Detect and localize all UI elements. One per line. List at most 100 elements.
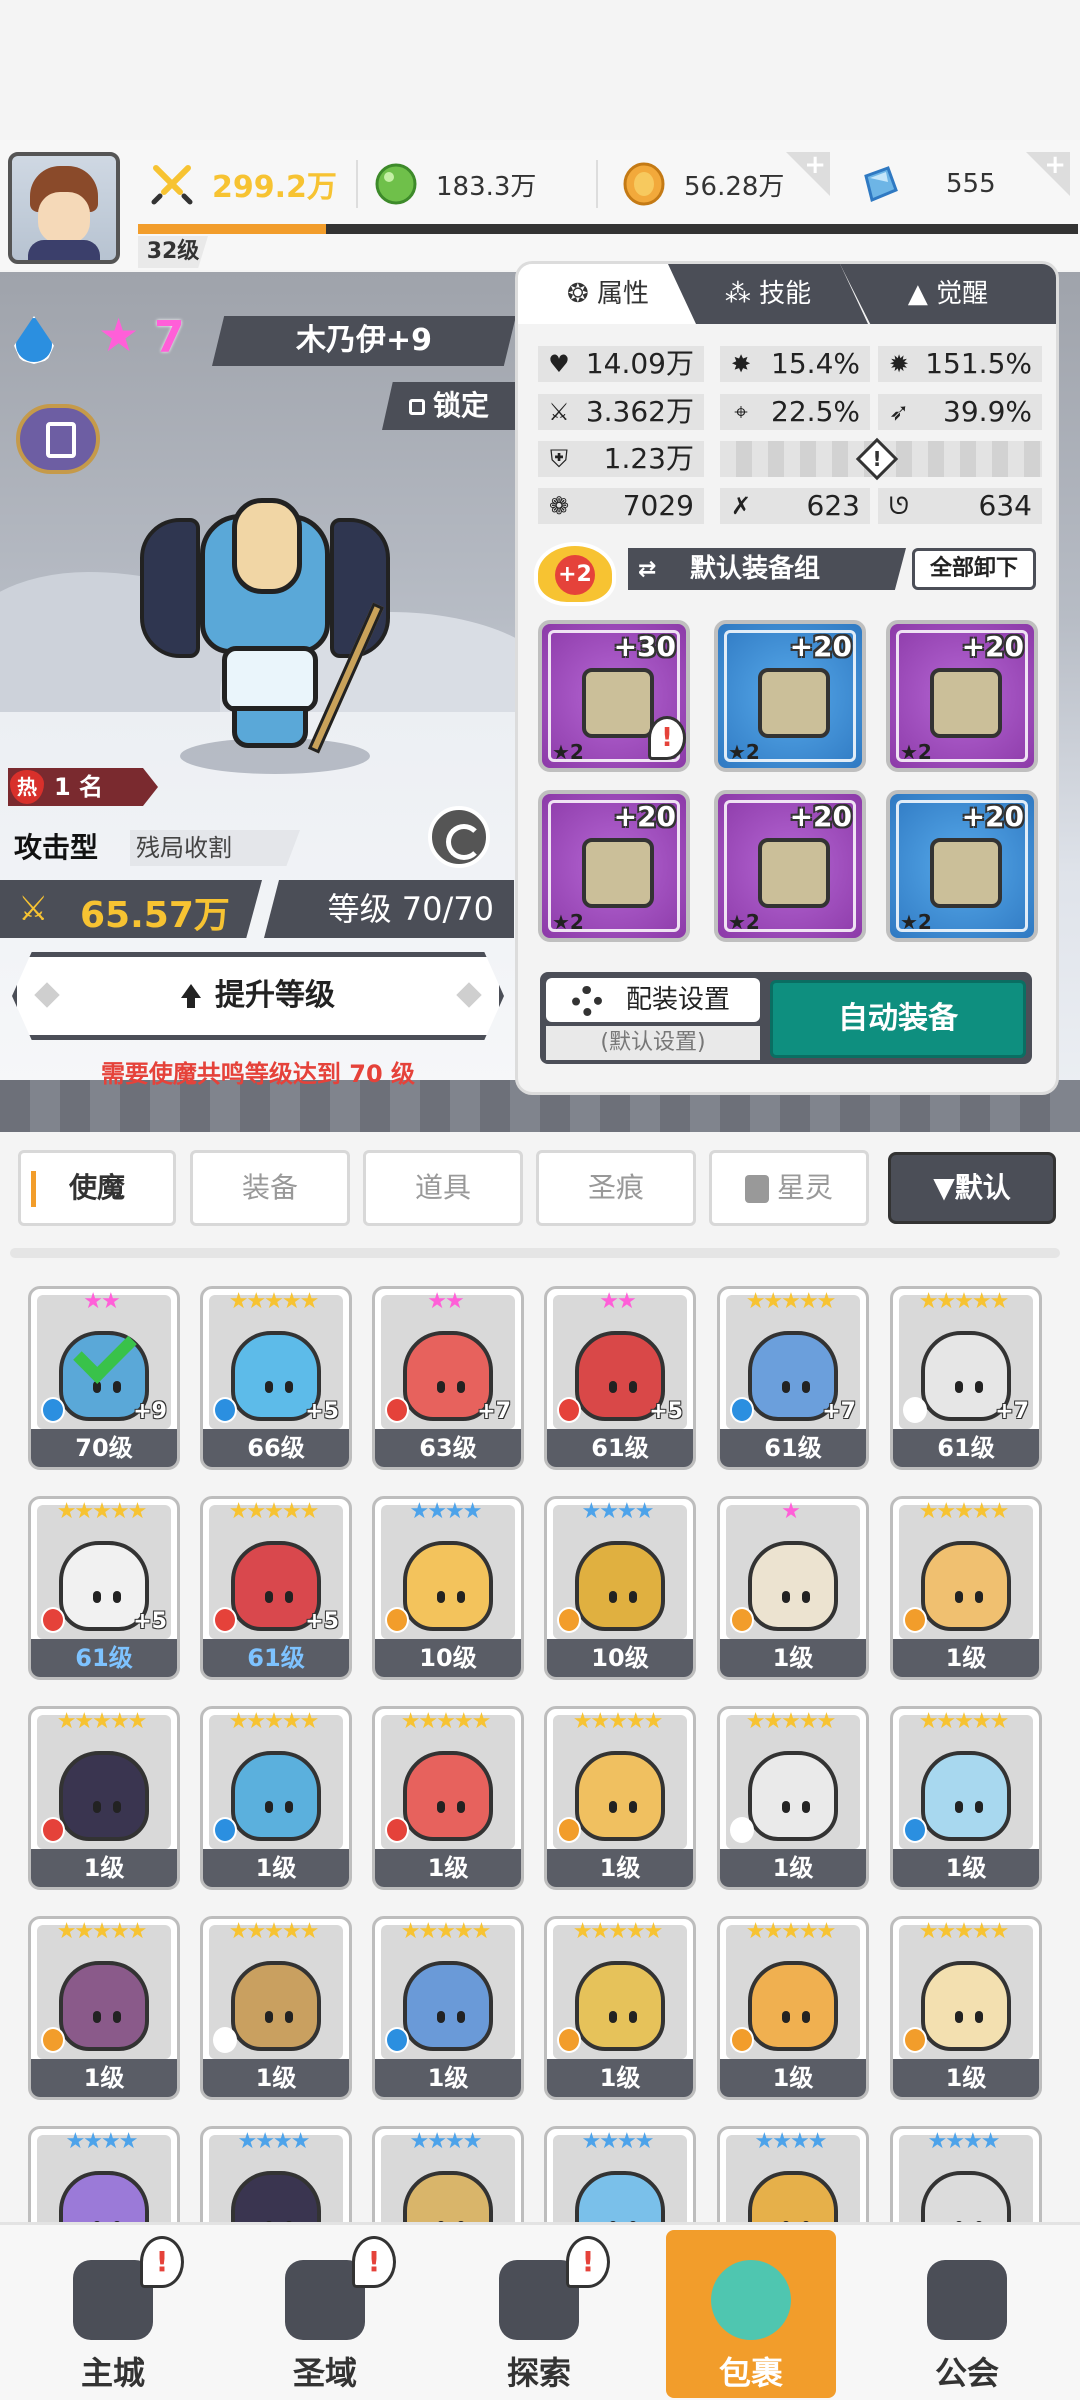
tab-attributes[interactable]: ❂ 属性 [518,264,698,324]
stat-c: ᘎ 634 [878,488,1042,524]
equipment-slot[interactable]: +20 ★2 [714,790,866,942]
stat-defense: ⛨ 1.23万 [538,441,704,477]
nav-label: 探索 [506,2354,571,2392]
player-xp-fill [138,224,326,234]
hero-card[interactable]: ★★★★ 10级 [372,1496,524,1680]
equipment-stars: ★2 [552,740,584,764]
crosshair-icon: ⌖ [734,398,748,426]
enhance-level: +20 [961,630,1024,663]
hero-card[interactable]: ★★ +9 70级 [28,1286,180,1470]
equipment-stars: ★2 [728,740,760,764]
equipment-item-icon [930,838,1002,908]
hero-card[interactable]: ★ 1级 [717,1496,869,1680]
sort-dropdown[interactable]: ▼默认 [888,1152,1056,1224]
hero-card-stars: ★★★★★ [745,1709,837,1734]
hero-card[interactable]: ★★★★★ 1级 [200,1916,352,2100]
auto-equip-button[interactable]: 自动装备 [770,980,1026,1058]
equipment-set-selector[interactable]: 默认装备组 [628,548,906,590]
locked-feature-icon[interactable] [16,404,100,474]
hero-card[interactable]: ★★★★★ 1级 [717,1916,869,2100]
hero-card[interactable]: ★★★★★ +5 61级 [200,1496,352,1680]
hero-card[interactable]: ★★★★ 10级 [544,1496,696,1680]
hero-card[interactable]: ★★ +7 63级 [372,1286,524,1470]
arrow-up-icon [181,983,201,1008]
hero-card-stars: ★★★★★ [918,1919,1010,1944]
hero-card-character [575,1751,665,1841]
hero-card[interactable]: ★★★★★ 1级 [717,1706,869,1890]
hero-card-plus: +5 [649,1399,683,1424]
equipment-stars: ★2 [728,910,760,934]
gear-icon [572,986,602,1016]
nav-label: 主城 [80,2354,145,2392]
hero-card[interactable]: ★★★★★ 1级 [372,1706,524,1890]
hero-card[interactable]: ★★★★★ 1级 [890,1496,1042,1680]
tab-awakening[interactable]: ▲ 觉醒 [840,264,1056,324]
hero-card[interactable]: ★★★★★ +5 61级 [28,1496,180,1680]
hero-card-plus: +7 [995,1399,1029,1424]
unequip-all-button[interactable]: 全部卸下 [912,548,1036,590]
nav-label: 包裹 [718,2354,783,2392]
stat-attack: ⚔ 3.362万 [538,394,704,430]
equipment-slot[interactable]: +20 ★2 [714,620,866,772]
hero-card[interactable]: ★★★★★ 1级 [544,1916,696,2100]
hero-card-level: 70级 [31,1429,177,1467]
hero-card[interactable]: ★★★★★ 1级 [544,1706,696,1890]
hero-card[interactable]: ★★★★★ +5 66级 [200,1286,352,1470]
hero-card[interactable]: ★★ +5 61级 [544,1286,696,1470]
speed-icon: ➶ [888,398,910,426]
upgrade-level-button[interactable]: 提升等级 [12,952,504,1040]
rotate-view-button[interactable] [428,806,490,868]
hero-card-level: 1级 [547,2059,693,2097]
tab-familiars[interactable]: 使魔 [18,1150,176,1226]
equipment-slot[interactable]: +20 ★2 [886,620,1038,772]
hero-card[interactable]: ★★★★★ 1级 [890,1706,1042,1890]
hero-card-character [748,1751,838,1841]
nav-backpack[interactable]: 包裹 [666,2230,836,2398]
tab-star-spirit[interactable]: 星灵 [709,1150,869,1226]
hero-card-stars: ★★★★★ [56,1919,148,1944]
hero-card-stars: ★★★★ [409,1499,483,1524]
wind-element-icon [557,2027,581,2053]
nav-sword-anvil[interactable]: 探索! [454,2230,624,2398]
tab-items[interactable]: 道具 [363,1150,523,1226]
enhance-level: +20 [789,800,852,833]
nav-guild[interactable]: 公会 [882,2230,1052,2398]
nav-castle[interactable]: 主城! [28,2230,198,2398]
wind-element-icon [730,1607,754,1633]
equipment-slot[interactable]: +30 ★2! [538,620,690,772]
tab-equipment[interactable]: 装备 [190,1150,350,1226]
tab-skills[interactable]: ⁂ 技能 [668,264,868,324]
awaken-icon: ▲ [907,279,937,309]
stat-locked-row: ! [720,437,1042,481]
water-element-icon [385,2027,409,2053]
fire-element-icon [557,1397,581,1423]
enhance-level: +20 [613,800,676,833]
nav-vortex[interactable]: 圣域! [240,2230,410,2398]
hero-card[interactable]: ★★★★★ 1级 [372,1916,524,2100]
set-bonus-badge[interactable]: +2 [534,542,616,606]
hero-card-plus: +7 [477,1399,511,1424]
player-avatar[interactable] [8,152,120,264]
hero-card-character [403,1961,493,2051]
sun-icon: ✹ [888,350,910,378]
orb-resource: 183.3万 [374,150,536,218]
hero-card[interactable]: ★★★★★ 1级 [890,1916,1042,2100]
hero-card[interactable]: ★★★★★ +7 61级 [890,1286,1042,1470]
equipment-slot[interactable]: +20 ★2 [886,790,1038,942]
hero-card[interactable]: ★★★★★ 1级 [28,1706,180,1890]
rank-badge[interactable]: 热1 名 [8,768,158,806]
tab-stigmata[interactable]: 圣痕 [536,1150,696,1226]
equipment-slot[interactable]: +20 ★2 [538,790,690,942]
hero-card-level: 1级 [893,2059,1039,2097]
hero-card[interactable]: ★★★★★ 1级 [200,1706,352,1890]
hero-card[interactable]: ★★★★★ +7 61级 [717,1286,869,1470]
hero-card[interactable]: ★★★★★ 1级 [28,1916,180,2100]
hero-card-level: 1级 [720,1639,866,1677]
hero-card-level: 10级 [547,1639,693,1677]
skill-icon: ⁂ [724,279,760,309]
attributes-icon: ❂ [566,279,598,309]
hero-card-level: 61级 [203,1639,349,1677]
alert-icon: ! [352,2236,396,2288]
lock-button[interactable]: 锁定 [382,382,516,430]
hero-card-character [575,1541,665,1631]
